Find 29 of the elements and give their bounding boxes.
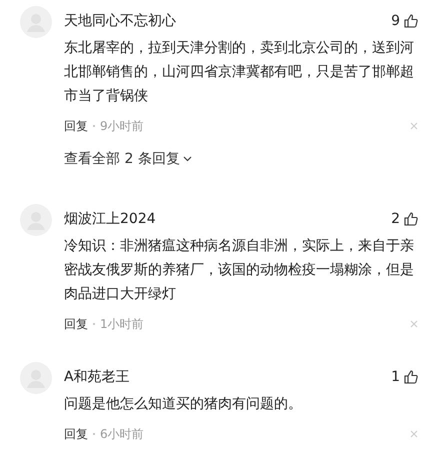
avatar[interactable] bbox=[20, 362, 52, 394]
separator-dot bbox=[93, 433, 95, 435]
comment-text: 冷知识：非洲猪瘟这种病名源自非洲，实际上，来自于亲密战友俄罗斯的养猪厂，该国的动物检疫一塌糊涂，但是肉品进口大开绿灯 bbox=[64, 237, 415, 304]
separator-dot bbox=[93, 125, 95, 127]
thumbs-up-icon[interactable] bbox=[404, 370, 418, 384]
comment-text: 东北屠宰的，拉到天津分割的，卖到北京公司的，送到河北邯郸销售的，山河四省京津冀都有吧，只是苦了邯郸超市当了背锅侠 bbox=[64, 39, 415, 106]
avatar[interactable] bbox=[20, 6, 52, 38]
close-icon[interactable] bbox=[410, 430, 418, 438]
comment-time: 1小时前 bbox=[100, 316, 144, 332]
reply-link[interactable]: 回复 bbox=[64, 426, 88, 442]
reply-link[interactable]: 回复 bbox=[64, 316, 88, 332]
chevron-down-icon bbox=[182, 156, 192, 162]
comment-time: 9小时前 bbox=[100, 118, 144, 134]
like-count: 2 bbox=[391, 211, 400, 227]
thumbs-up-icon[interactable] bbox=[404, 212, 418, 226]
reply-link[interactable]: 回复 bbox=[64, 118, 88, 134]
close-icon[interactable] bbox=[410, 320, 418, 328]
user-name[interactable]: 烟波江上2024 bbox=[64, 210, 156, 228]
like-count: 9 bbox=[391, 13, 400, 29]
user-name[interactable]: 天地同心不忘初心 bbox=[64, 12, 176, 30]
comment-text: 问题是他怎么知道买的猪肉有问题的。 bbox=[64, 395, 303, 414]
thumbs-up-icon[interactable] bbox=[404, 14, 418, 28]
comment-time: 6小时前 bbox=[100, 426, 144, 442]
close-icon[interactable] bbox=[410, 122, 418, 130]
user-name[interactable]: A和苑老王 bbox=[64, 368, 130, 386]
separator-dot bbox=[93, 323, 95, 325]
avatar[interactable] bbox=[20, 204, 52, 236]
like-count: 1 bbox=[391, 369, 400, 385]
view-replies-button[interactable]: 查看全部 2 条回复 bbox=[64, 150, 192, 168]
